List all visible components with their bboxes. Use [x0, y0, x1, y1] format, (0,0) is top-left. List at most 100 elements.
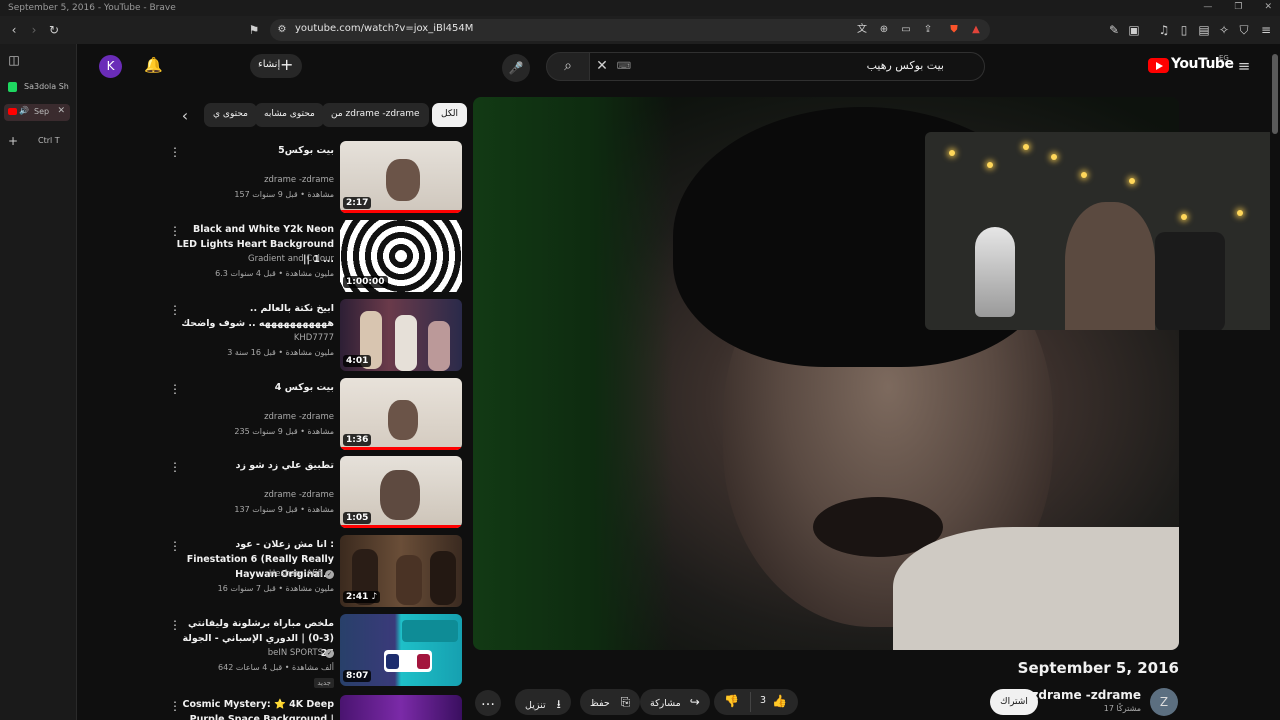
chips-scroll-left-icon[interactable]: ‹ — [177, 108, 193, 124]
audio-playing-icon[interactable]: 🔊 — [19, 106, 29, 115]
more-actions-button[interactable]: … — [475, 690, 501, 716]
video-thumbnail[interactable]: 1:05 — [340, 456, 462, 528]
cast-icon[interactable]: ▭ — [898, 22, 914, 38]
browser-menu-icon[interactable]: ≡ — [1258, 22, 1274, 38]
video-thumbnail[interactable]: 2:41 ♪ — [340, 535, 462, 607]
video-title[interactable]: تطبيق علي زد شو زد — [174, 458, 334, 473]
notifications-bell-icon[interactable]: 🔔 — [144, 57, 163, 73]
close-tab-icon[interactable]: ✕ — [57, 106, 65, 116]
chip-from-channel[interactable]: من zdrame -zdrame — [322, 103, 429, 127]
account-avatar[interactable]: K — [99, 55, 122, 78]
youtube-header: K 🔔 إنشاء + 🎤 ⌕ ✕ ⌨ بيت بوكس رهيب YouTub… — [78, 44, 1280, 88]
voice-search-button[interactable]: 🎤 — [502, 54, 530, 82]
channel-name[interactable]: Gradient and Colour — [248, 254, 334, 264]
brave-rewards-icon[interactable]: ▲ — [968, 22, 984, 38]
watch-progress-bar — [340, 210, 462, 213]
new-tab-icon[interactable]: + — [5, 133, 21, 149]
chip-all[interactable]: الكل — [432, 103, 468, 127]
channel-name[interactable]: zdrame -zdrame — [264, 412, 334, 422]
recommendation-item[interactable]: 1:36 بيت بوكس 4 zdrame -zdrame 235 مشاهد… — [165, 378, 465, 452]
share-button[interactable]: مشاركة ↪ — [640, 689, 710, 715]
video-thumbnail[interactable]: 8:07 — [340, 614, 462, 686]
extensions-icon[interactable]: ✎ — [1106, 22, 1122, 38]
recommendation-item[interactable]: 4:01 ابيخ نكتة بالعالم .. هههههههههههه .… — [165, 299, 465, 373]
video-duration: 2:41 ♪ — [343, 591, 381, 603]
more-actions-icon[interactable]: ⋮ — [169, 382, 181, 396]
video-thumbnail[interactable]: 2:17 — [340, 141, 462, 213]
chip-label: محتوى مشابه — [264, 109, 315, 119]
forward-icon[interactable]: › — [26, 22, 42, 38]
video-title[interactable]: Cosmic Mystery: ⭐ 4K Deep Purple Space B… — [174, 697, 334, 720]
more-actions-icon[interactable]: ⋮ — [169, 224, 181, 238]
wallet-icon[interactable]: ▤ — [1196, 22, 1212, 38]
scrollbar-thumb[interactable] — [1272, 54, 1278, 134]
brave-shields-icon[interactable]: ⛊ — [946, 22, 962, 38]
video-duration: 1:36 — [343, 434, 372, 446]
like-count[interactable]: 3 — [760, 695, 766, 706]
more-actions-icon[interactable]: ⋮ — [169, 303, 181, 317]
vpn-icon[interactable]: ⛉ — [1236, 22, 1252, 38]
recommendation-item[interactable]: 1:00:00 Black and White Y2k Neon LED Lig… — [165, 220, 465, 294]
page-scrollbar[interactable] — [1270, 44, 1280, 720]
url-text[interactable]: youtube.com/watch?v=jox_iBl454M — [295, 23, 473, 34]
video-thumbnail[interactable] — [340, 695, 462, 720]
recommendation-item[interactable]: 1:05 تطبيق علي زد شو زد zdrame -zdrame 1… — [165, 456, 465, 530]
channel-name[interactable]: beIN SPORTS ✓ — [268, 648, 334, 658]
more-actions-icon[interactable]: ⋮ — [169, 460, 181, 474]
recommendation-item[interactable]: 2:17 بيت بوكس5 zdrame -zdrame 157 مشاهدة… — [165, 141, 465, 215]
more-actions-icon[interactable]: ⋮ — [169, 618, 181, 632]
search-query-text[interactable]: بيت بوكس رهيب — [867, 59, 944, 72]
guide-menu-icon[interactable]: ≡ — [1236, 58, 1252, 74]
video-title[interactable]: ابيخ نكتة بالعالم .. هههههههههههه .. شوف… — [174, 301, 334, 331]
extension-2-icon[interactable]: ▣ — [1126, 22, 1142, 38]
video-thumbnail[interactable]: 1:36 — [340, 378, 462, 450]
translate-icon[interactable]: 文 — [854, 22, 870, 38]
bookmark-icon[interactable]: ⚑ — [246, 22, 262, 38]
clear-search-icon[interactable]: ✕ — [594, 58, 610, 74]
site-info-icon[interactable]: ⚙ — [274, 22, 290, 38]
channel-name[interactable]: KHD7777 — [294, 333, 334, 343]
recommendation-item[interactable]: 8:07 ملخص مباراة برشلونة وليفانتي (3-0) … — [165, 614, 465, 688]
team-crest-icon — [417, 654, 430, 669]
channel-avatar[interactable]: Z — [1150, 688, 1178, 716]
side-tab-sa3dola[interactable]: Sa3dola Sh — [4, 79, 70, 96]
tab-panel-toggle-icon[interactable]: ◫ — [6, 52, 22, 68]
reload-icon[interactable]: ↻ — [46, 22, 62, 38]
share-icon[interactable]: ⇪ — [920, 22, 936, 38]
keyboard-icon[interactable]: ⌨ — [616, 59, 632, 75]
minimize-icon[interactable]: — — [1203, 2, 1212, 12]
leo-icon[interactable]: ✧ — [1216, 22, 1232, 38]
video-title[interactable]: بيت بوكس5 — [174, 143, 334, 158]
dislike-icon[interactable]: 👎 — [724, 694, 739, 708]
like-icon[interactable]: 👍 — [772, 694, 787, 708]
more-actions-icon[interactable]: ⋮ — [169, 699, 181, 713]
recommendation-item[interactable]: 2:41 ♪ انا مش زعلان - عود : Finestation … — [165, 535, 465, 609]
recommendation-item[interactable]: Cosmic Mystery: ⭐ 4K Deep Purple Space B… — [165, 695, 465, 720]
channel-name[interactable]: Hesham Afifi ✓ — [269, 569, 334, 579]
channel-name[interactable]: zdrame -zdrame — [1031, 688, 1141, 702]
more-actions-icon[interactable]: ⋮ — [169, 145, 181, 159]
search-button[interactable]: ⌕ — [546, 52, 590, 81]
save-button[interactable]: حفظ ⎘ — [580, 689, 641, 715]
channel-name[interactable]: zdrame -zdrame — [264, 175, 334, 185]
chip-related-partial[interactable]: محتوى ي — [204, 103, 257, 127]
address-bar[interactable]: ⚙ youtube.com/watch?v=jox_iBl454M 文 ⊕ ▭ … — [270, 19, 990, 41]
youtube-logo[interactable]: YouTube — [1148, 56, 1234, 76]
side-tab-current[interactable]: 🔊 Sep ✕ — [4, 104, 70, 121]
video-thumbnail[interactable]: 4:01 — [340, 299, 462, 371]
close-window-icon[interactable]: ✕ — [1264, 2, 1272, 12]
video-thumbnail[interactable]: 1:00:00 — [340, 220, 462, 292]
maximize-icon[interactable]: ❐ — [1234, 2, 1242, 12]
channel-name[interactable]: zdrame -zdrame — [264, 490, 334, 500]
video-title[interactable]: بيت بوكس 4 — [174, 380, 334, 395]
create-button[interactable]: إنشاء + — [250, 54, 302, 78]
zoom-icon[interactable]: ⊕ — [876, 22, 892, 38]
chip-related[interactable]: محتوى مشابه — [255, 103, 324, 127]
more-actions-icon[interactable]: ⋮ — [169, 539, 181, 553]
download-button[interactable]: تنزيل ⭳ — [515, 689, 571, 715]
sidebar-toggle-icon[interactable]: ▯ — [1176, 22, 1192, 38]
search-input[interactable]: ✕ ⌨ بيت بوكس رهيب — [589, 52, 985, 81]
media-icon[interactable]: ♫ — [1156, 22, 1172, 38]
watch-progress-bar — [340, 525, 462, 528]
back-icon[interactable]: ‹ — [6, 22, 22, 38]
